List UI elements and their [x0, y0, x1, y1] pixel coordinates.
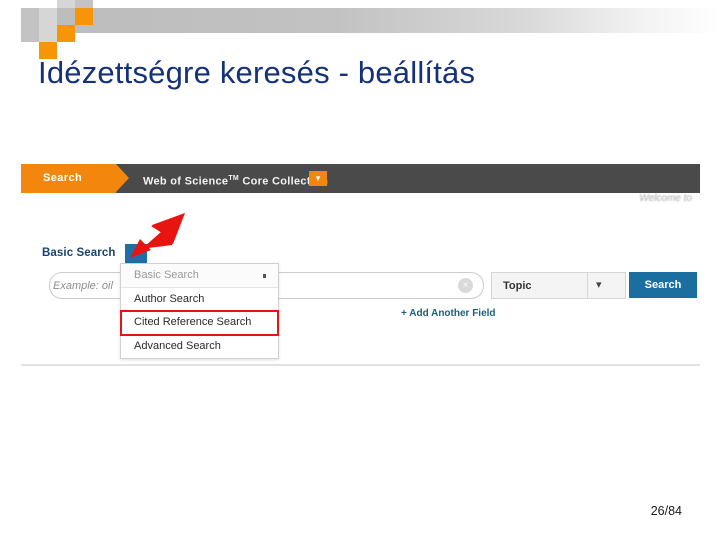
slide-decoration [0, 0, 720, 59]
trademark-symbol: TM [228, 175, 240, 182]
annotation-arrow-icon [130, 213, 185, 258]
search-field-selected-value: Topic [503, 280, 532, 292]
menu-item-label: Cited Reference Search [134, 316, 252, 328]
search-field-divider [587, 273, 588, 298]
menu-item-label: Basic Search [134, 269, 199, 281]
tab-search[interactable]: Search [21, 164, 116, 193]
web-of-science-screenshot: Search Web of ScienceTM Core Collection … [21, 164, 700, 366]
deco-square-gray-4 [75, 0, 93, 8]
deco-square-gray-1 [21, 8, 39, 25]
tab-search-arrow [116, 164, 129, 192]
deco-square-orange-1 [75, 8, 93, 25]
database-name-text: Web of Science [143, 175, 229, 188]
search-mode-label: Basic Search [42, 247, 116, 259]
selected-marker-icon [262, 274, 266, 278]
database-chevron-down-icon[interactable]: ▾ [309, 171, 327, 186]
database-name-label: Web of ScienceTM Core Collection [143, 164, 328, 193]
page-title: Idézettségre keresés - beállítás [38, 55, 476, 90]
menu-item-author-search[interactable]: Author Search [121, 288, 278, 311]
deco-square-gray-2 [39, 8, 57, 25]
deco-square-gray-6 [39, 25, 57, 42]
welcome-text: Welcome to [639, 193, 692, 204]
add-another-field-link[interactable]: + Add Another Field [401, 308, 496, 319]
search-field-chevron-down-icon[interactable]: ▾ [596, 278, 602, 291]
menu-item-advanced-search[interactable]: Advanced Search [121, 335, 278, 359]
menu-item-cited-reference-search[interactable]: Cited Reference Search [120, 310, 279, 336]
menu-item-label: Advanced Search [134, 339, 221, 352]
deco-square-orange-2 [57, 25, 75, 42]
search-button[interactable]: Search [629, 272, 697, 298]
header-gray-bar [57, 8, 720, 33]
search-mode-dropdown-menu[interactable]: Basic Search Author Search Cited Referen… [120, 263, 279, 359]
page-number: 26/84 [650, 504, 682, 518]
menu-item-label: Author Search [134, 292, 205, 305]
search-input-placeholder: Example: oil [53, 280, 113, 292]
wos-top-navigation-bar: Search Web of ScienceTM Core Collection … [21, 164, 700, 193]
menu-item-basic-search[interactable]: Basic Search [121, 264, 278, 288]
clear-input-icon[interactable]: × [458, 278, 473, 293]
deco-square-gray-5 [21, 25, 39, 42]
deco-square-gray-3 [57, 0, 75, 8]
